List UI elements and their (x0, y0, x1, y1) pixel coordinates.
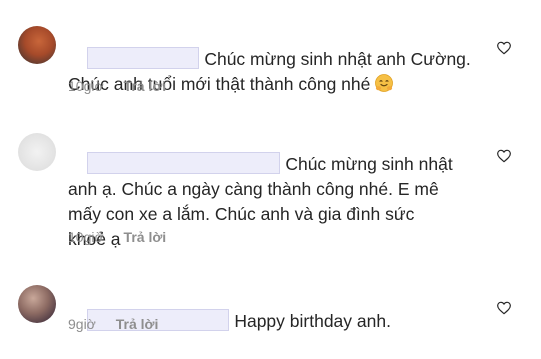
comment-line: mấy con xe a lắm. Chúc anh và gia đình s… (68, 204, 415, 224)
hugging-face-icon (375, 74, 394, 92)
comment-text: Chúc mừng sinh nhật anh ạ. Chúc a ngày cà… (68, 127, 453, 277)
comment-time: 10giờ (68, 229, 104, 245)
comment-text: Chúc mừng sinh nhật anh Cường. Chúc anh t… (68, 22, 471, 122)
reply-button[interactable]: Trả lời (124, 229, 167, 245)
comment-line: Happy birthday anh. (234, 311, 391, 331)
username-redacted[interactable] (87, 152, 281, 174)
heart-outline-icon[interactable] (496, 300, 512, 316)
comment-meta: 10giờ Trả lời (68, 229, 166, 245)
comment-line: Chúc mừng sinh nhật anh Cường. (204, 49, 471, 69)
reply-button[interactable]: Trả lời (116, 316, 159, 332)
comment-line: Chúc mừng sinh nhật (285, 154, 453, 174)
comment-line: anh ạ. Chúc a ngày càng thành công nhé. … (68, 179, 439, 199)
comment-time: 9giờ (68, 316, 96, 332)
heart-outline-icon[interactable] (496, 148, 512, 164)
avatar[interactable] (18, 133, 56, 171)
comment-meta: 10giờ Trả lời (68, 78, 166, 94)
avatar[interactable] (18, 285, 56, 323)
username-redacted[interactable] (87, 47, 200, 69)
avatar[interactable] (18, 26, 56, 64)
comment-meta: 9giờ Trả lời (68, 316, 158, 332)
comment-time: 10giờ (68, 78, 104, 94)
reply-button[interactable]: Trả lời (124, 78, 167, 94)
heart-outline-icon[interactable] (496, 40, 512, 56)
